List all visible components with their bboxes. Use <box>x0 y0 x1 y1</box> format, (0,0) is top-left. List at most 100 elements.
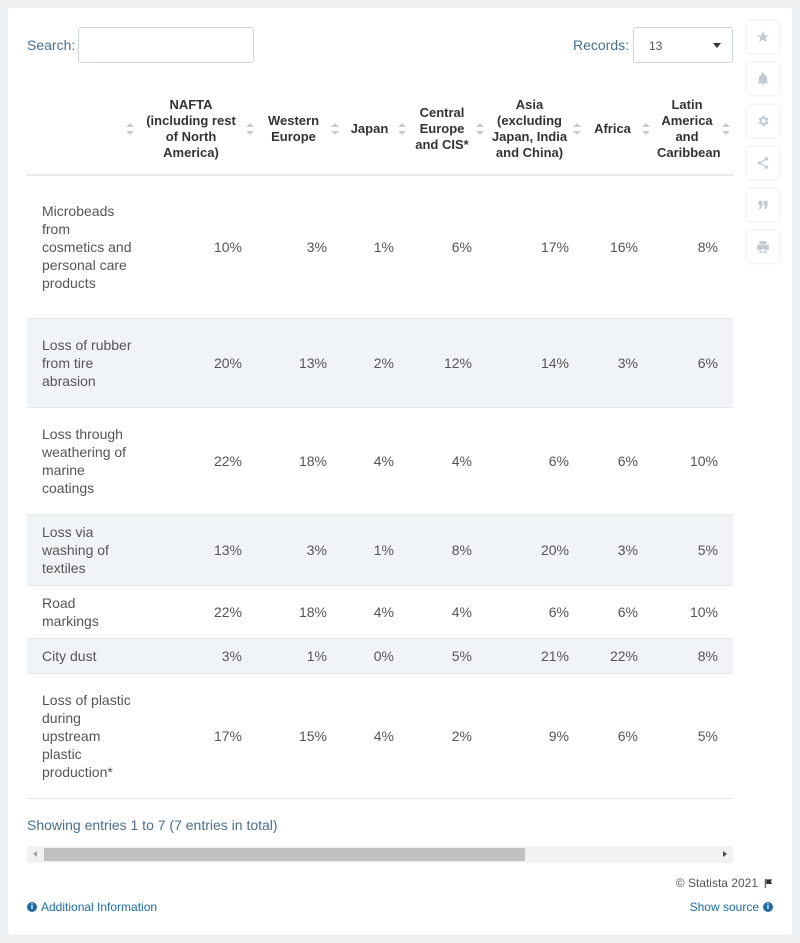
column-header-japan[interactable]: Japan <box>342 84 409 176</box>
table-cell: 4% <box>409 585 487 639</box>
table-cell: 4% <box>342 407 409 515</box>
sort-icon <box>573 123 581 135</box>
table-cell: 1% <box>342 175 409 319</box>
gear-icon <box>758 115 769 127</box>
table-cell: 0% <box>342 638 409 674</box>
table-cell: 6% <box>584 407 653 515</box>
sort-icon <box>722 123 730 135</box>
chevron-down-icon <box>713 43 721 48</box>
column-header-western-europe[interactable]: Western Europe <box>257 84 342 176</box>
cite-button[interactable] <box>747 189 779 221</box>
table-cell: 13% <box>137 514 257 586</box>
bell-icon <box>757 72 769 85</box>
scroll-left-arrow-icon[interactable] <box>33 851 37 857</box>
table-row: City dust 3% 1% 0% 5% 21% 22% 8% <box>27 638 733 674</box>
table-cell: 2% <box>342 318 409 408</box>
star-icon <box>757 31 769 43</box>
table-cell: 8% <box>409 514 487 586</box>
table-cell: 20% <box>487 514 584 586</box>
data-table: NAFTA (including rest of North America) … <box>27 84 733 799</box>
row-label: City dust <box>27 638 137 674</box>
print-button[interactable] <box>747 231 779 263</box>
horizontal-scrollbar[interactable] <box>27 846 733 863</box>
table-header-row: NAFTA (including rest of North America) … <box>27 84 733 176</box>
search-input[interactable] <box>78 27 254 63</box>
table-cell: 18% <box>257 585 342 639</box>
copyright: © Statista 2021 <box>676 876 774 890</box>
table-cell: 4% <box>342 585 409 639</box>
table-cell: 6% <box>409 175 487 319</box>
sort-icon <box>398 123 406 135</box>
table-cell: 2% <box>409 673 487 799</box>
table-cell: 14% <box>487 318 584 408</box>
column-header-latin-america[interactable]: Latin America and Caribbean <box>653 84 733 176</box>
table-cell: 6% <box>653 318 733 408</box>
table-cell: 21% <box>487 638 584 674</box>
column-header-label[interactable] <box>27 84 137 176</box>
column-header-africa[interactable]: Africa <box>584 84 653 176</box>
table-row: Microbeads from cosmetics and personal c… <box>27 175 733 319</box>
sort-icon <box>126 123 134 135</box>
table-cell: 8% <box>653 175 733 319</box>
table-cell: 12% <box>409 318 487 408</box>
records-label: Records: <box>573 37 630 53</box>
info-icon: i <box>27 902 37 912</box>
records-value: 13 <box>649 39 663 53</box>
row-label: Loss via washing of textiles <box>27 514 137 586</box>
additional-information-link[interactable]: i Additional Information <box>27 900 157 914</box>
entries-info: Showing entries 1 to 7 (7 entries in tot… <box>27 817 278 833</box>
share-button[interactable] <box>747 147 779 179</box>
share-icon <box>757 157 769 169</box>
records-select[interactable]: 13 <box>633 27 733 63</box>
table-cell: 3% <box>137 638 257 674</box>
table-cell: 6% <box>487 585 584 639</box>
flag-icon <box>764 878 773 888</box>
table-cell: 4% <box>409 407 487 515</box>
row-label: Loss of plastic during upstream plastic … <box>27 673 137 799</box>
table-cell: 17% <box>137 673 257 799</box>
table-row: Loss of plastic during upstream plastic … <box>27 673 733 799</box>
table-row: Loss through weathering of marine coatin… <box>27 407 733 515</box>
table-cell: 1% <box>257 638 342 674</box>
table-cell: 17% <box>487 175 584 319</box>
table-row: Loss via washing of textiles 13% 3% 1% 8… <box>27 514 733 586</box>
scroll-thumb[interactable] <box>44 848 525 861</box>
row-label: Loss of rubber from tire abrasion <box>27 318 137 408</box>
table-cell: 10% <box>137 175 257 319</box>
row-label: Road markings <box>27 585 137 639</box>
table-cell: 20% <box>137 318 257 408</box>
favorite-button[interactable] <box>747 21 779 53</box>
column-header-central-europe[interactable]: Central Europe and CIS* <box>409 84 487 176</box>
table-cell: 6% <box>584 585 653 639</box>
table-cell: 16% <box>584 175 653 319</box>
table-cell: 15% <box>257 673 342 799</box>
show-source-label: Show source <box>689 900 759 914</box>
table-cell: 18% <box>257 407 342 515</box>
print-icon <box>757 241 769 253</box>
table-cell: 4% <box>342 673 409 799</box>
table-cell: 5% <box>653 514 733 586</box>
table-cell: 9% <box>487 673 584 799</box>
additional-information-label: Additional Information <box>41 900 158 914</box>
sort-icon <box>476 123 484 135</box>
column-header-nafta[interactable]: NAFTA (including rest of North America) <box>137 84 257 176</box>
table-cell: 22% <box>137 407 257 515</box>
settings-button[interactable] <box>747 105 779 137</box>
table-cell: 10% <box>653 585 733 639</box>
notification-button[interactable] <box>747 63 779 95</box>
sort-icon <box>246 123 254 135</box>
info-icon: i <box>763 902 773 912</box>
quote-icon <box>758 200 768 210</box>
table-cell: 6% <box>487 407 584 515</box>
table-cell: 5% <box>409 638 487 674</box>
column-header-asia[interactable]: Asia (excluding Japan, India and China) <box>487 84 584 176</box>
table-cell: 8% <box>653 638 733 674</box>
table-cell: 6% <box>584 673 653 799</box>
table-cell: 1% <box>342 514 409 586</box>
table-cell: 3% <box>584 318 653 408</box>
show-source-link[interactable]: Show source i <box>690 900 773 914</box>
table-cell: 3% <box>257 175 342 319</box>
copyright-text: © Statista 2021 <box>675 876 758 890</box>
sort-icon <box>642 123 650 135</box>
scroll-right-arrow-icon[interactable] <box>723 851 727 857</box>
